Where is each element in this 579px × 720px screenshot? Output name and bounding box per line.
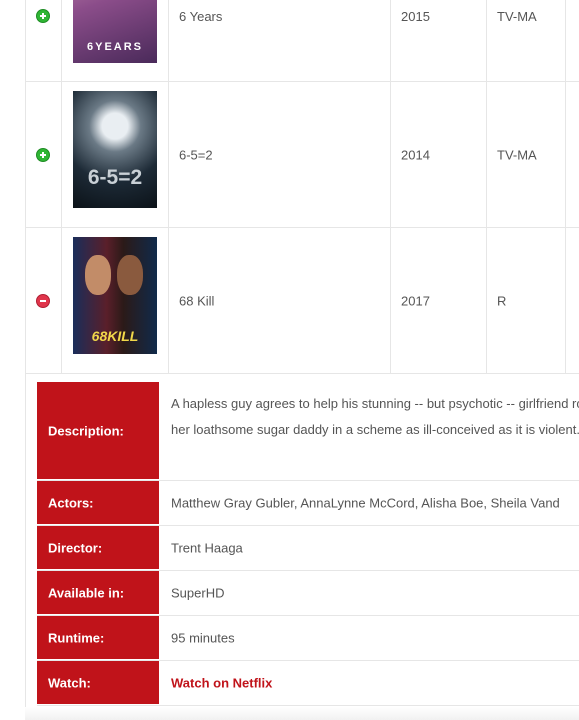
movie-poster[interactable]: 68KILL: [73, 237, 157, 354]
poster-title: 6YEARS: [86, 41, 144, 53]
plus-circle-icon[interactable]: [36, 147, 50, 162]
available-text: SuperHD: [171, 585, 225, 601]
watch-on-netflix-link[interactable]: Watch on Netflix: [171, 676, 272, 691]
available-value-cell: SuperHD: [159, 571, 579, 615]
director-text: Trent Haaga: [171, 540, 243, 556]
details-row-watch: Watch: Watch on Netflix: [37, 661, 579, 706]
poster-cell: 68KILL: [61, 228, 169, 373]
movie-rating: TV-MA: [497, 147, 537, 162]
movie-poster[interactable]: 6-5=2: [73, 91, 157, 208]
movie-title[interactable]: 6 Years: [179, 9, 222, 24]
movie-year: 2017: [401, 293, 430, 308]
poster-face: [85, 255, 111, 295]
details-row-description: Description: A hapless guy agrees to hel…: [37, 382, 579, 481]
actors-text: Matthew Gray Gubler, AnnaLynne McCord, A…: [171, 495, 560, 511]
poster-cell: 6YEARS: [61, 0, 169, 81]
watch-label-cell: Watch:: [37, 661, 159, 705]
watch-label: Watch:: [48, 675, 91, 690]
rating-cell: R: [486, 228, 566, 373]
runtime-text: 95 minutes: [171, 630, 235, 646]
actors-label-cell: Actors:: [37, 481, 159, 525]
year-cell: 2017: [390, 228, 487, 373]
details-row-actors: Actors: Matthew Gray Gubler, AnnaLynne M…: [37, 481, 579, 526]
details-row-runtime: Runtime: 95 minutes: [37, 616, 579, 661]
movie-year: 2015: [401, 9, 430, 24]
rating-cell: TV-MA: [486, 82, 566, 227]
extra-cell: [565, 82, 579, 227]
runtime-label-cell: Runtime:: [37, 616, 159, 660]
details-row-director: Director: Trent Haaga: [37, 526, 579, 571]
director-value-cell: Trent Haaga: [159, 526, 579, 570]
available-label: Available in:: [48, 585, 125, 600]
poster-face: [117, 255, 143, 295]
movie-row[interactable]: 6-5=2 6-5=2 2014 TV-MA: [25, 82, 579, 228]
details-row-available: Available in: SuperHD: [37, 571, 579, 616]
movie-poster[interactable]: 6YEARS: [73, 0, 157, 63]
poster-title: 68KILL: [91, 328, 139, 344]
extra-cell: [565, 228, 579, 373]
movie-row[interactable]: 6YEARS 6 Years 2015 TV-MA: [25, 0, 579, 82]
extra-cell: [565, 0, 579, 81]
available-label-cell: Available in:: [37, 571, 159, 615]
director-label: Director:: [48, 540, 103, 555]
toggle-cell: [25, 82, 62, 227]
description-label-cell: Description:: [37, 382, 159, 480]
actors-value-cell: Matthew Gray Gubler, AnnaLynne McCord, A…: [159, 481, 579, 525]
runtime-value-cell: 95 minutes: [159, 616, 579, 660]
movie-rating: R: [497, 293, 507, 308]
rating-cell: TV-MA: [486, 0, 566, 81]
description-label: Description:: [48, 423, 124, 438]
description-text: A hapless guy agrees to help his stunnin…: [171, 396, 579, 437]
movie-year: 2014: [401, 147, 430, 162]
poster-title: 6-5=2: [87, 166, 143, 189]
description-value-cell: A hapless guy agrees to help his stunnin…: [159, 382, 579, 480]
movie-rating: TV-MA: [497, 9, 537, 24]
movie-row[interactable]: 68KILL 68 Kill 2017 R: [25, 228, 579, 374]
title-cell: 6-5=2: [168, 82, 391, 227]
year-cell: 2015: [390, 0, 487, 81]
director-label-cell: Director:: [37, 526, 159, 570]
movie-title[interactable]: 68 Kill: [179, 293, 214, 308]
title-cell: 68 Kill: [168, 228, 391, 373]
bottom-shadow: [25, 707, 579, 720]
toggle-cell: [25, 228, 62, 373]
actors-label: Actors:: [48, 495, 94, 510]
runtime-label: Runtime:: [48, 630, 105, 645]
minus-circle-icon[interactable]: [36, 293, 50, 308]
watch-value-cell: Watch on Netflix: [159, 661, 579, 705]
title-cell: 6 Years: [168, 0, 391, 81]
poster-cell: 6-5=2: [61, 82, 169, 227]
plus-circle-icon[interactable]: [36, 9, 50, 23]
movie-title[interactable]: 6-5=2: [179, 147, 213, 162]
toggle-cell: [25, 0, 62, 81]
year-cell: 2014: [390, 82, 487, 227]
